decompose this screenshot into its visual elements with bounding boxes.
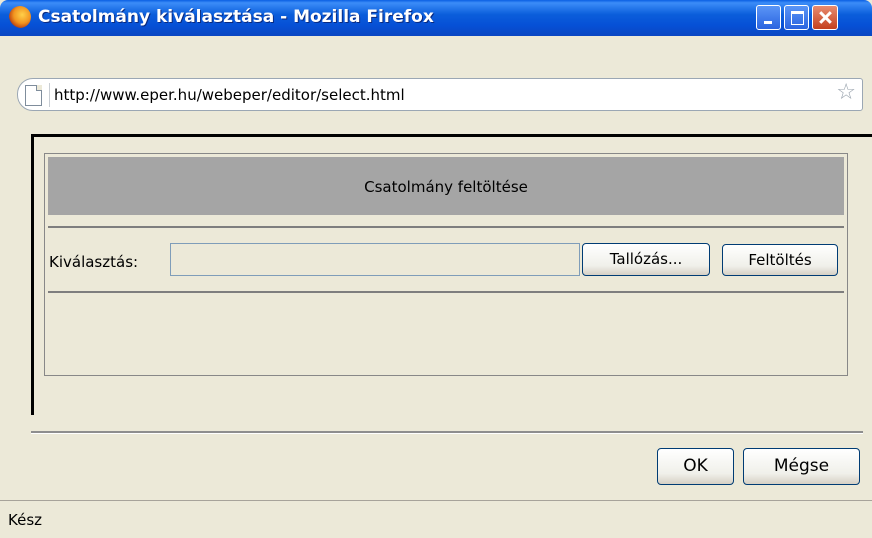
status-bar: Kész (0, 500, 872, 538)
ok-button[interactable]: OK (657, 448, 734, 485)
browse-button[interactable]: Tallózás... (582, 243, 710, 276)
title-bar: Csatolmány kiválasztása - Mozilla Firefo… (0, 0, 872, 36)
url-separator (49, 83, 50, 107)
button-row-separator (31, 431, 863, 434)
maximize-button[interactable] (784, 5, 809, 30)
status-text: Kész (8, 511, 43, 529)
upload-button[interactable]: Feltöltés (722, 244, 838, 276)
window-title: Csatolmány kiválasztása - Mozilla Firefo… (38, 7, 434, 27)
page-icon (25, 85, 42, 106)
address-bar[interactable]: http://www.eper.hu/webeper/editor/select… (17, 78, 863, 111)
close-button[interactable] (812, 5, 838, 30)
firefox-icon (9, 6, 31, 28)
minimize-button[interactable] (756, 5, 781, 30)
file-input[interactable] (170, 243, 580, 276)
star-icon[interactable]: ☆ (836, 82, 856, 104)
url-text[interactable]: http://www.eper.hu/webeper/editor/select… (54, 86, 405, 104)
firefox-window: Csatolmány kiválasztása - Mozilla Firefo… (0, 0, 872, 538)
select-label: Kiválasztás: (49, 253, 139, 271)
divider (48, 226, 844, 228)
cancel-button[interactable]: Mégse (743, 448, 860, 485)
panel-header: Csatolmány feltöltése (48, 157, 844, 215)
divider (48, 291, 844, 293)
attachment-list-area (48, 295, 844, 366)
